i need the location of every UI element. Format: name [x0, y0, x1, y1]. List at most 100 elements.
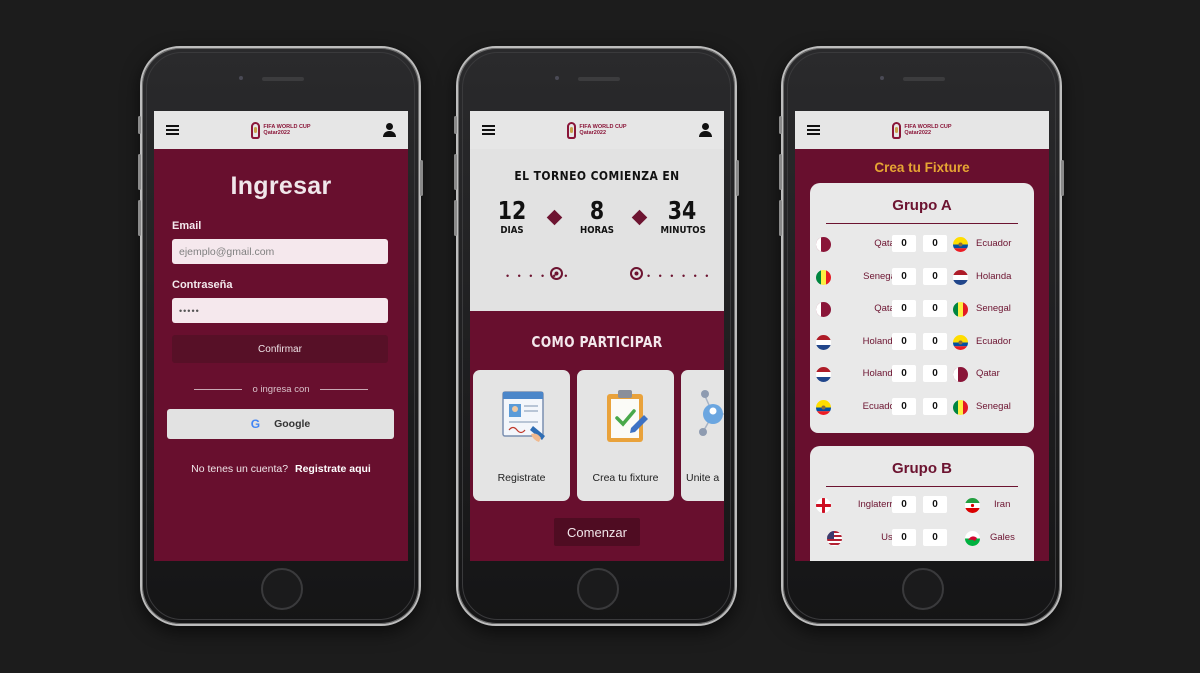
home-score-input[interactable]: [892, 397, 916, 415]
register-form-icon: [502, 391, 545, 442]
away-team: Senegal: [976, 400, 1011, 412]
logo-line2: Qatar2022: [904, 130, 932, 136]
qatar-flag-icon: [816, 237, 831, 252]
hamburger-menu-icon[interactable]: [166, 125, 179, 135]
away-score-input[interactable]: [923, 365, 947, 382]
home-score-input[interactable]: [892, 332, 916, 350]
group-divider: [826, 223, 1018, 224]
confirm-button[interactable]: Confirmar: [172, 335, 388, 363]
password-label: Contraseña: [172, 279, 233, 291]
home-score-input[interactable]: [892, 267, 916, 285]
network-people-icon: [699, 390, 724, 436]
countdown-days: 12 DIAS: [487, 196, 537, 237]
days-value: 12: [497, 196, 527, 225]
trophy-logo-icon: [251, 121, 261, 139]
away-team: Qatar: [976, 368, 1000, 379]
match-row: Usa Gales: [810, 523, 1034, 556]
google-icon: G: [250, 417, 261, 431]
mute-switch: [779, 116, 782, 134]
step-label: Unite a: [686, 472, 720, 484]
netherlands-flag-icon: [816, 334, 831, 350]
countdown-row: 12 DIAS 8 HORAS 34 MINUTOS: [470, 196, 724, 237]
step-card-register[interactable]: Registrate: [473, 370, 570, 501]
start-button[interactable]: Comenzar: [554, 518, 640, 546]
away-score-input[interactable]: [923, 267, 947, 285]
world-cup-logo: FIFA WORLD CUP Qatar2022: [567, 121, 627, 139]
power-button: [736, 160, 739, 196]
user-profile-icon[interactable]: [699, 123, 712, 137]
logo-line2: Qatar2022: [263, 130, 291, 136]
diamond-separator-icon: [546, 209, 563, 226]
logo-line2: Qatar2022: [579, 130, 607, 136]
volume-up-button: [454, 154, 457, 190]
away-team: Iran: [994, 499, 1011, 510]
days-unit: DIAS: [500, 225, 524, 236]
match-row: Holanda Qatar: [810, 359, 1034, 392]
user-profile-icon[interactable]: [383, 123, 396, 137]
top-bar: FIFA WORLD CUP Qatar2022: [154, 111, 408, 149]
away-score-input[interactable]: [923, 397, 947, 415]
hamburger-menu-icon[interactable]: [482, 125, 495, 135]
email-label: Email: [172, 220, 202, 232]
away-score-input[interactable]: [923, 496, 947, 513]
mute-switch: [454, 116, 457, 134]
home-score-input[interactable]: [892, 235, 916, 252]
group-divider: [826, 486, 1018, 487]
step-card-fixture[interactable]: Crea tu fixture: [577, 370, 674, 501]
away-score-input[interactable]: [923, 528, 947, 546]
home-button: [902, 568, 944, 610]
password-field[interactable]: [172, 298, 388, 323]
netherlands-flag-icon: [953, 269, 968, 285]
soccer-ball-icon: [630, 267, 643, 280]
fixture-screen: FIFA WORLD CUP Qatar2022 Crea tu Fixture…: [795, 111, 1049, 561]
home-score-input[interactable]: [892, 528, 916, 546]
home-score-input[interactable]: [892, 496, 916, 513]
trophy-logo-icon: [567, 121, 577, 139]
clipboard-check-icon: [607, 390, 648, 442]
countdown-minutes: 34 MINUTOS: [657, 197, 707, 237]
page-title: Crea tu Fixture: [874, 160, 970, 175]
countdown-panel: EL TORNEO COMIENZA EN 12 DIAS 8 HORAS 34…: [470, 149, 724, 311]
volume-up-button: [138, 154, 141, 190]
step-label: Crea tu fixture: [592, 472, 659, 484]
home-score-input[interactable]: [892, 365, 916, 382]
login-divider: o ingresa con: [154, 384, 408, 395]
phone-home: FIFA WORLD CUP Qatar2022 EL TORNEO COMIE…: [454, 46, 739, 626]
england-flag-icon: [816, 498, 831, 513]
qatar-flag-icon: [816, 302, 831, 317]
earpiece-speaker: [903, 77, 945, 81]
away-team: Ecuador: [976, 238, 1012, 249]
home-score-input[interactable]: [892, 300, 916, 317]
step-card-join[interactable]: Unite a: [681, 370, 724, 501]
away-team: Holanda: [976, 270, 1012, 282]
earpiece-speaker: [262, 77, 304, 81]
page-title: Ingresar: [230, 172, 332, 200]
step-label: Registrate: [497, 472, 546, 484]
email-field[interactable]: [172, 239, 388, 264]
usa-flag-icon: [827, 530, 842, 546]
volume-down-button: [138, 200, 141, 236]
away-score-input[interactable]: [923, 332, 947, 350]
earpiece-speaker: [578, 77, 620, 81]
top-bar: FIFA WORLD CUP Qatar2022: [470, 111, 724, 149]
ecuador-flag-icon: [953, 237, 968, 252]
login-screen: FIFA WORLD CUP Qatar2022 Ingresar Email …: [154, 111, 408, 561]
google-login-button[interactable]: G Google: [167, 409, 394, 439]
front-camera: [880, 76, 884, 80]
signup-link[interactable]: Registrate aqui: [295, 463, 371, 475]
hamburger-menu-icon[interactable]: [807, 125, 820, 135]
countdown-hours: 8 HORAS: [572, 196, 622, 237]
away-team: Gales: [990, 531, 1015, 543]
section-title: COMO PARTICIPAR: [531, 333, 663, 351]
volume-down-button: [454, 200, 457, 236]
match-row: Qatar Ecuador: [810, 229, 1034, 262]
ecuador-flag-icon: [816, 399, 831, 415]
away-score-input[interactable]: [923, 235, 947, 252]
mute-switch: [138, 116, 141, 134]
volume-up-button: [779, 154, 782, 190]
volume-down-button: [779, 200, 782, 236]
soccer-ball-icon: [550, 267, 563, 280]
hours-value: 8: [589, 196, 605, 225]
away-score-input[interactable]: [923, 300, 947, 317]
match-row: Holanda Ecuador: [810, 327, 1034, 360]
